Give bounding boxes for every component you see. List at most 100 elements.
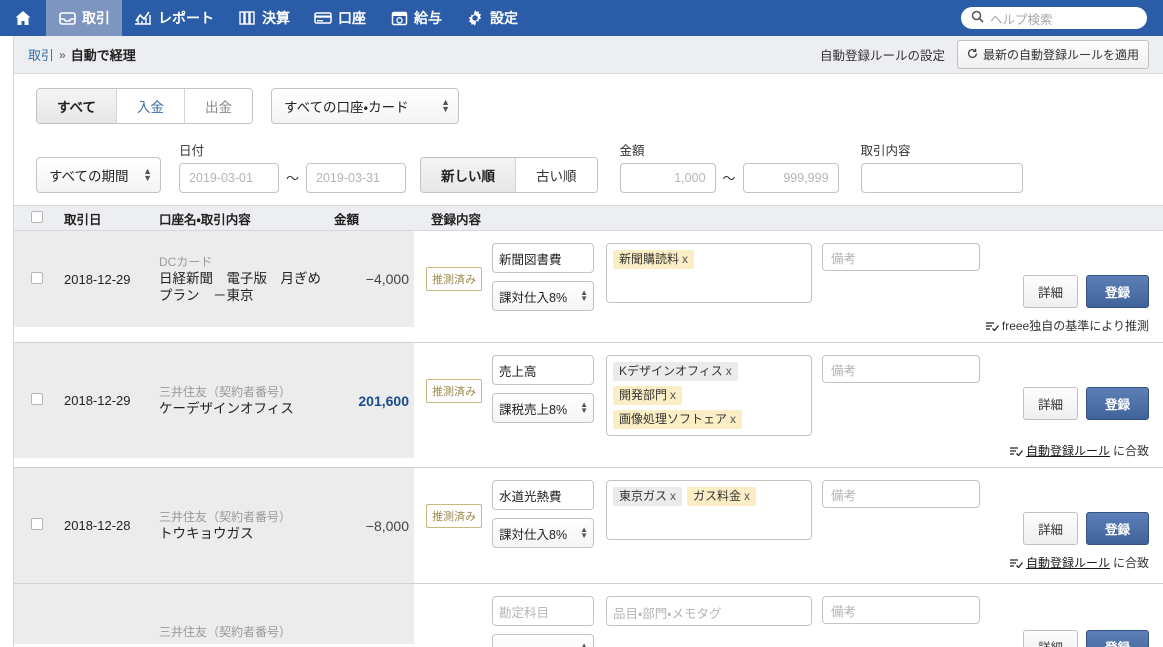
help-search-input[interactable]: ヘルプ検索 [961, 7, 1147, 29]
row-amount: 201,600 [358, 392, 409, 409]
row-checkbox[interactable] [31, 518, 43, 530]
row-account-sub: 三井住友（契約者番号） [159, 510, 292, 524]
nav-item-kessan[interactable]: 決算 [226, 0, 302, 36]
account-card-select[interactable]: すべての口座・カード ▲ ▼ [271, 88, 460, 124]
description-input[interactable] [860, 163, 1023, 193]
account-item-select[interactable]: 売上高 [492, 355, 594, 385]
nav-item-kyuyo[interactable]: 給与 [378, 0, 454, 36]
nav-label-report: レポート [158, 10, 214, 26]
tag-input[interactable]: Kデザインオフィス x 開発部門 x 画像処理ソフトェア x [606, 355, 812, 436]
tag-chip[interactable]: 開発部門 x [613, 386, 683, 405]
status-badge: 推測済み [426, 379, 482, 403]
nav-item-report[interactable]: レポート [122, 0, 226, 36]
date-from-input[interactable] [179, 163, 279, 193]
auto-rule-link[interactable]: 自動登録ルール [1026, 442, 1110, 459]
account-item-select[interactable]: 新聞図書費 [492, 243, 594, 273]
segment-withdraw[interactable]: 出金 [185, 89, 253, 123]
segment-all[interactable]: すべて [37, 89, 118, 123]
tax-class-value: 課対仕入8% [499, 527, 568, 542]
row-account-sub: 三井住友（契約者番号） [159, 625, 292, 639]
nav-item-home[interactable] [0, 0, 46, 36]
tax-class-select[interactable]: ▲▼ [492, 634, 594, 647]
tax-class-select[interactable]: 課税売上8% ▲ ▼ [492, 393, 594, 423]
row-account-main: トウキョウガス [159, 526, 254, 541]
row-account: 三井住友（契約者番号） ケーデザインオフィス [159, 384, 334, 417]
register-button[interactable]: 登録 [1085, 387, 1149, 420]
account-item-select[interactable]: 水道光熱費 [492, 480, 594, 510]
tag-chip[interactable]: 新聞購読料 x [613, 250, 695, 269]
apply-latest-rules-button[interactable]: 最新の自動登録ルールを適用 [956, 40, 1149, 69]
segment-deposit[interactable]: 入金 [117, 89, 186, 123]
tag-remove-icon[interactable]: x [726, 364, 732, 378]
sort-oldest[interactable]: 古い順 [516, 158, 597, 192]
memo-input[interactable]: 備考 [822, 243, 980, 271]
row-note: freee独自の基準により推測 [414, 317, 1163, 334]
account-item-select[interactable]: 勘定科目 [492, 596, 594, 626]
inbox-icon [58, 9, 76, 27]
date-to-input[interactable] [306, 163, 407, 193]
chevron-updown-icon: ▲▼ [580, 288, 588, 303]
row-checkbox[interactable] [31, 393, 43, 405]
tag-placeholder: 品目・部門・メモタグ [613, 607, 722, 621]
nav-item-torihiki[interactable]: 取引 [46, 0, 122, 36]
memo-placeholder: 備考 [831, 363, 857, 378]
row-account: 三井住友（契約者番号） [159, 624, 334, 640]
tag-label: ガス料金 [693, 489, 742, 503]
detail-button[interactable]: 詳細 [1022, 387, 1078, 420]
table-header: 取引日 口座名・取引内容 金額 登録内容 [14, 206, 1163, 231]
tag-remove-icon[interactable]: x [730, 412, 736, 426]
row-account-main: ケーデザインオフィス [159, 401, 294, 416]
period-select[interactable]: すべての期間 ▲ ▼ [36, 157, 161, 193]
tag-chip[interactable]: 画像処理ソフトェア x [613, 410, 743, 429]
memo-input[interactable]: 備考 [822, 355, 980, 383]
select-all-checkbox[interactable] [31, 210, 43, 223]
amount-max-spacer [743, 145, 839, 159]
nav-item-kouza[interactable]: 口座 [302, 0, 378, 36]
amount-max-input[interactable] [742, 163, 839, 193]
row-date: 2018-12-29 [64, 271, 131, 287]
account-item-placeholder: 勘定科目 [499, 605, 550, 620]
sort-newest[interactable]: 新しい順 [421, 158, 517, 192]
detail-button[interactable]: 詳細 [1022, 275, 1078, 308]
tag-chip[interactable]: ガス料金 x [687, 487, 757, 506]
breadcrumb-parent[interactable]: 取引 [28, 45, 54, 64]
tag-chip[interactable]: Kデザインオフィス x [613, 362, 738, 381]
tag-input[interactable]: 新聞購読料 x [606, 243, 812, 303]
top-navigation: 取引 レポート 決算 口座 給与 設定 ヘルプ検索 [0, 0, 1163, 36]
row-badge-cell: 推測済み [414, 480, 492, 528]
date-to-spacer [306, 145, 406, 159]
nav-label-torihiki: 取引 [82, 10, 110, 26]
row-checkbox[interactable] [31, 271, 43, 284]
transaction-type-segment: すべて 入金 出金 [36, 88, 254, 124]
tax-class-select[interactable]: 課対仕入8% ▲ ▼ [492, 281, 594, 311]
tag-input[interactable]: 品目・部門・メモタグ [606, 596, 812, 626]
tax-class-select[interactable]: 課対仕入8% ▲ ▼ [492, 518, 594, 548]
row-note-text: に合致 [1112, 444, 1149, 458]
transaction-list: 2018-12-29 DCカード 日経新聞 電子版 月ぎめプラン －東京 −4,… [14, 231, 1163, 647]
tag-remove-icon[interactable]: x [682, 252, 688, 266]
memo-input[interactable]: 備考 [822, 480, 980, 508]
detail-button[interactable]: 詳細 [1022, 630, 1078, 647]
detail-button[interactable]: 詳細 [1022, 512, 1078, 545]
register-button[interactable]: 登録 [1085, 512, 1149, 545]
rule-settings-link[interactable]: 自動登録ルールの設定 [820, 45, 945, 64]
register-button[interactable]: 登録 [1085, 275, 1149, 308]
tag-label: 画像処理ソフトェア [619, 412, 728, 426]
tag-input[interactable]: 東京ガス x ガス料金 x [606, 480, 812, 540]
amount-filter-label: 金額 [619, 144, 645, 158]
chevron-updown-icon: ▲▼ [580, 641, 588, 647]
chevron-updown-icon: ▲▼ [441, 97, 451, 114]
tax-class-value: 課対仕入8% [499, 290, 568, 305]
tag-remove-icon[interactable]: x [670, 489, 676, 503]
auto-rule-link[interactable]: 自動登録ルール [1026, 554, 1110, 571]
row-summary: 2018-12-28 三井住友（契約者番号） トウキョウガス −8,000 [14, 468, 414, 583]
amount-min-input[interactable] [619, 163, 716, 193]
memo-input[interactable]: 備考 [822, 596, 980, 624]
nav-item-settings[interactable]: 設定 [454, 0, 530, 36]
tag-label: Kデザインオフィス [619, 364, 723, 378]
tag-remove-icon[interactable]: x [670, 388, 676, 402]
tag-remove-icon[interactable]: x [744, 489, 750, 503]
tag-chip[interactable]: 東京ガス x [613, 487, 683, 506]
register-button[interactable]: 登録 [1085, 630, 1149, 647]
memo-placeholder: 備考 [831, 251, 857, 266]
